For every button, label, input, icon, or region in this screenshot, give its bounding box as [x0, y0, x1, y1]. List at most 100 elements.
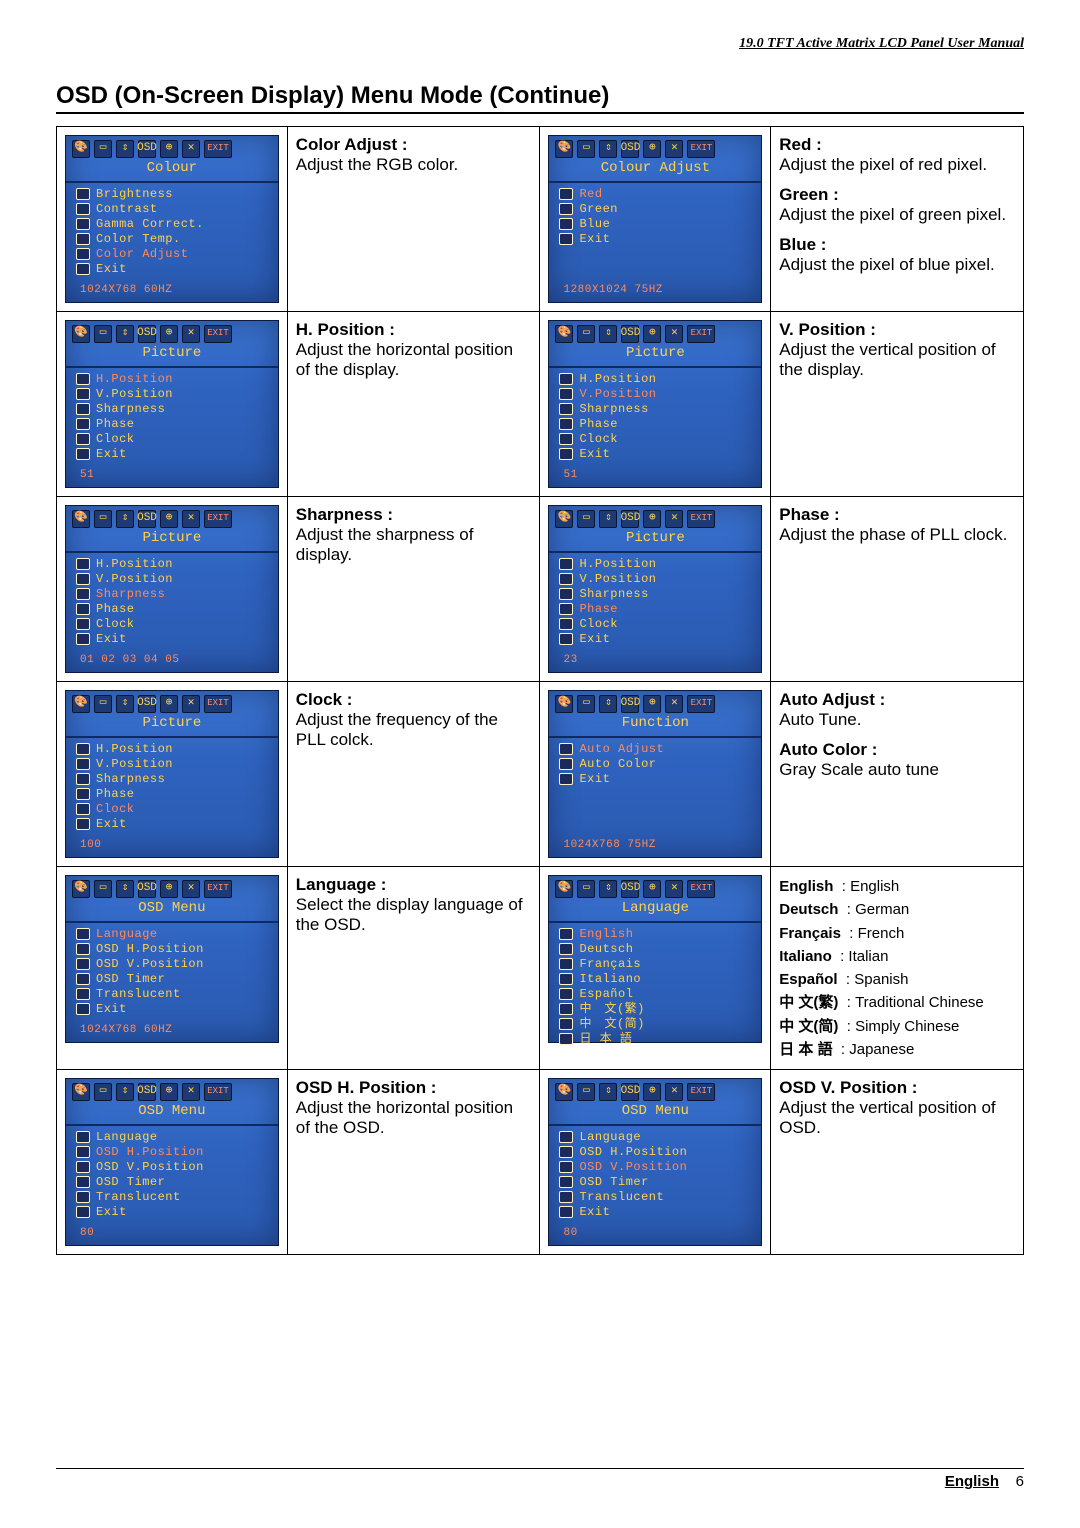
- section-title: OSD (On-Screen Display) Menu Mode (Conti…: [56, 82, 1024, 114]
- osd-item-label: OSD H.Position: [579, 1145, 687, 1160]
- osd-tabbar: 🎨▭⇕OSD⊕✕EXIT: [66, 1079, 278, 1103]
- desc-label: Auto Adjust :: [779, 690, 885, 709]
- text-vpos: Adjust the vertical position of the disp…: [779, 340, 995, 379]
- osd-tabbar: 🎨▭⇕OSD⊕✕EXIT: [66, 136, 278, 160]
- osd-item-label: Clock: [96, 432, 135, 447]
- osd-item: V.Position: [76, 572, 268, 587]
- osd-tabbar: 🎨▭⇕OSD⊕✕EXIT: [66, 321, 278, 345]
- osd-tab-icon: ⇕: [116, 1083, 134, 1101]
- osd-picture-v: 🎨▭⇕OSD⊕✕EXITPictureH.PositionV.PositionS…: [548, 320, 762, 488]
- osd-item-label: Translucent: [96, 1190, 181, 1205]
- osd-list: H.PositionV.PositionSharpnessPhaseClockE…: [66, 742, 278, 832]
- osd-item: OSD Timer: [76, 972, 268, 987]
- osd-item-icon: [76, 1191, 90, 1203]
- lang-row: Español : Spanish: [779, 968, 1015, 991]
- osd-title: OSD Menu: [549, 1103, 761, 1126]
- osd-item: Translucent: [76, 987, 268, 1002]
- osd-item: Language: [76, 1130, 268, 1145]
- osd-item: Color Adjust: [76, 247, 268, 262]
- osd-item-icon: [76, 448, 90, 460]
- osd-tabbar: 🎨▭⇕OSD⊕✕EXIT: [66, 876, 278, 900]
- text-color-adjust: Adjust the RGB color.: [296, 155, 459, 174]
- osd-item: V.Position: [559, 387, 751, 402]
- osd-tab-exit-icon: EXIT: [687, 140, 715, 158]
- osd-item-label: OSD V.Position: [96, 1160, 204, 1175]
- osd-tab-icon: ▭: [577, 510, 595, 528]
- osd-tab-icon: OSD: [138, 140, 156, 158]
- osd-item: Clock: [76, 617, 268, 632]
- osd-footer: 1280X1024 75HZ: [563, 284, 662, 298]
- osd-item-label: Phase: [96, 787, 135, 802]
- osd-item-label: Sharpness: [96, 587, 165, 602]
- osd-item: English: [559, 927, 751, 942]
- osd-item-icon: [559, 943, 573, 955]
- osd-item: Green: [559, 202, 751, 217]
- osd-tab-exit-icon: EXIT: [204, 325, 232, 343]
- lang-row: English : English: [779, 875, 1015, 898]
- osd-item-icon: [559, 448, 573, 460]
- osd-item-icon: [76, 403, 90, 415]
- osd-tab-icon: ✕: [665, 140, 683, 158]
- osd-item: H.Position: [559, 372, 751, 387]
- osd-item-icon: [76, 248, 90, 260]
- osd-title: Picture: [66, 715, 278, 738]
- osd-tab-icon: 🎨: [72, 1083, 90, 1101]
- osd-item-icon: [559, 203, 573, 215]
- osd-tab-icon: 🎨: [555, 510, 573, 528]
- osd-item: Sharpness: [76, 402, 268, 417]
- osd-item-icon: [76, 818, 90, 830]
- osd-item: H.Position: [76, 557, 268, 572]
- osd-title: Picture: [549, 530, 761, 553]
- osd-item-icon: [559, 773, 573, 785]
- osd-item-label: H.Position: [579, 557, 656, 572]
- osd-item-label: Deutsch: [579, 942, 633, 957]
- osd-item: V.Position: [76, 387, 268, 402]
- osd-item: Clock: [76, 432, 268, 447]
- desc-label: Red :: [779, 135, 822, 154]
- osd-menu: 🎨▭⇕OSD⊕✕EXITOSD MenuLanguageOSD H.Positi…: [65, 875, 279, 1043]
- osd-title: OSD Menu: [66, 900, 278, 923]
- text-osdv: Adjust the vertical position of OSD.: [779, 1098, 995, 1137]
- osd-item: Phase: [559, 417, 751, 432]
- osd-item-icon: [559, 743, 573, 755]
- osd-item-label: Exit: [579, 772, 610, 787]
- osd-tab-exit-icon: EXIT: [687, 880, 715, 898]
- desc-text: Adjust the pixel of red pixel.: [779, 155, 987, 174]
- osd-item-label: Language: [579, 1130, 641, 1145]
- osd-tab-exit-icon: EXIT: [204, 695, 232, 713]
- osd-item-icon: [559, 633, 573, 645]
- osd-item: H.Position: [76, 742, 268, 757]
- osd-tab-icon: ⊕: [643, 1083, 661, 1101]
- osd-tab-icon: ▭: [94, 880, 112, 898]
- osd-clock: 🎨▭⇕OSD⊕✕EXITPicture H.PositionV.PositionS…: [65, 690, 279, 858]
- osd-item-icon: [559, 618, 573, 630]
- lang-row: Français : French: [779, 922, 1015, 945]
- osd-item-icon: [76, 1003, 90, 1015]
- label-phase: Phase :: [779, 505, 839, 524]
- osd-item-icon: [76, 1146, 90, 1158]
- osd-item: Exit: [76, 1002, 268, 1017]
- osd-item-label: Auto Color: [579, 757, 656, 772]
- osd-tabbar: 🎨▭⇕OSD⊕✕EXIT: [66, 691, 278, 715]
- osd-item: Exit: [559, 632, 751, 647]
- osd-tab-icon: ✕: [182, 695, 200, 713]
- osd-item-label: English: [579, 927, 633, 942]
- osd-tab-icon: ⊕: [643, 510, 661, 528]
- osd-item-label: Phase: [579, 602, 618, 617]
- desc-text: Adjust the pixel of blue pixel.: [779, 255, 994, 274]
- osd-tab-icon: ⇕: [599, 325, 617, 343]
- osd-item-icon: [559, 1161, 573, 1173]
- footer-lang: English: [945, 1473, 999, 1490]
- osd-title: Language: [549, 900, 761, 923]
- lang-row: 日 本 語 : Japanese: [779, 1038, 1015, 1061]
- osd-tabbar: 🎨▭⇕OSD⊕✕EXIT: [549, 506, 761, 530]
- osd-item-icon: [76, 603, 90, 615]
- osd-item-label: Français: [579, 957, 641, 972]
- osd-footer: 1024X768 60HZ: [80, 1024, 172, 1038]
- osd-item: OSD H.Position: [76, 942, 268, 957]
- osd-item: Language: [559, 1130, 751, 1145]
- osd-tab-icon: ✕: [665, 880, 683, 898]
- osd-item: H.Position: [76, 372, 268, 387]
- osd-tab-exit-icon: EXIT: [204, 140, 232, 158]
- osd-tab-icon: ⇕: [116, 140, 134, 158]
